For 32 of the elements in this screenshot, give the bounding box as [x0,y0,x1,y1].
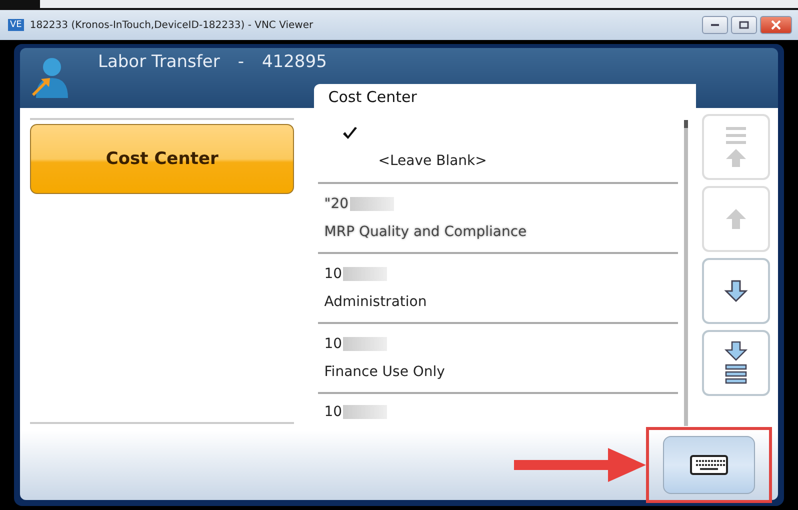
maximize-button[interactable] [731,16,757,34]
sidebar-item[interactable]: Cost Center [30,124,294,194]
list-item[interactable]: 10 Administration [318,254,678,324]
list-item[interactable]: 10 [318,394,678,430]
item-code: 10 [324,404,678,420]
app-icon: VE [8,19,24,31]
keyboard-icon [690,455,728,475]
close-icon [770,20,782,30]
scrollbar-thumb[interactable] [684,120,688,128]
screen-title: Labor Transfer [98,52,220,72]
item-code: 10 [324,336,678,352]
item-name: Finance Use Only [324,364,446,380]
list-item[interactable]: 10 Finance Use Only [318,324,678,394]
down-arrow-lines-icon [722,341,750,385]
maximize-icon [738,21,750,29]
item-name: Administration [324,294,428,310]
close-button[interactable] [760,16,792,34]
down-arrow-icon [722,279,750,303]
item-name: MRP Quality and Compliance [324,224,528,240]
check-icon [342,126,358,141]
item-name: <Leave Blank> [377,153,488,170]
scroll-bottom-button[interactable] [702,330,770,396]
title-separator: - [238,52,244,72]
item-code: "20 [324,196,678,212]
scroll-down-button[interactable] [702,258,770,324]
employee-number: 412895 [262,52,327,72]
item-code: 10 [324,266,678,282]
list-item[interactable]: <Leave Blank> [318,114,678,184]
list-item[interactable]: "20 MRP Quality and Compliance [318,184,678,254]
window-title: 182233 (Kronos-InTouch,DeviceID-182233) - VNC Viewer [30,20,314,30]
keyboard-button[interactable] [663,436,755,494]
minimize-button[interactable] [702,16,728,34]
